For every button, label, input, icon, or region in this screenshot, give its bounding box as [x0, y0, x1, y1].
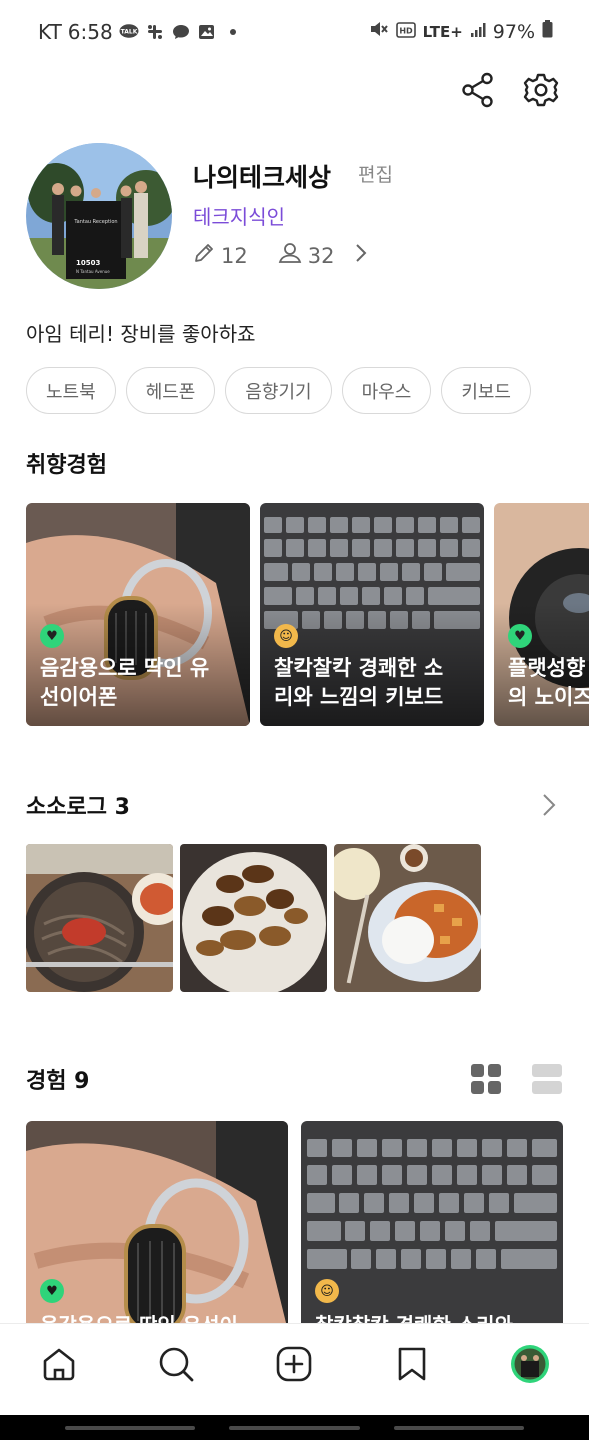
earphone-photo-large — [26, 1121, 288, 1331]
sosolog-photo[interactable] — [26, 844, 173, 992]
network-label: LTE+ — [422, 22, 463, 41]
posts-stat[interactable]: 12 — [193, 242, 248, 269]
mapo-tofu-photo-icon — [334, 844, 481, 992]
status-left: KT 6:58 TALK — [38, 20, 243, 44]
bottom-navigation — [0, 1323, 589, 1415]
hd-icon: HD — [395, 21, 416, 43]
grid-icon — [470, 1064, 502, 1099]
tag-chip[interactable]: 키보드 — [441, 367, 531, 414]
sosolog-section-title: 소소로그 3 — [26, 795, 130, 820]
nav-create[interactable] — [274, 1346, 314, 1386]
love-emoji-icon: ♥ — [40, 624, 64, 648]
share-button[interactable] — [458, 72, 498, 112]
status-bar: KT 6:58 TALK HD LTE+ 97% — [0, 0, 589, 64]
share-icon — [461, 72, 495, 112]
svg-text:HD: HD — [399, 26, 413, 35]
smile-emoji-icon: ☺ — [274, 624, 298, 648]
chevron-right-icon[interactable] — [354, 242, 368, 269]
taste-card[interactable]: ♥ 플랫성향 의 노이즈 — [494, 503, 589, 726]
tag-chip[interactable]: 마우스 — [341, 367, 432, 414]
grid-view-toggle[interactable] — [470, 1063, 502, 1099]
sign-text-3: N Tantau Avenue — [76, 269, 110, 274]
kakaotalk-label: TALK — [120, 29, 137, 36]
followers-count: 32 — [307, 243, 335, 268]
tag-chips: 노트북 헤드폰 음향기기 마우스 키보드 — [26, 367, 531, 414]
taste-card[interactable]: ☺ 찰칵찰칵 경쾌한 소 리와 느낌의 키보드 — [260, 503, 484, 726]
profile-avatar[interactable]: Tantau Reception 10503 N Tantau Avenue — [26, 143, 172, 289]
clock: 6:58 — [67, 20, 113, 44]
sign-text-2: 10503 — [76, 259, 100, 267]
keyboard-photo-large — [301, 1121, 563, 1331]
battery-percent: 97% — [492, 20, 535, 43]
system-nav-back[interactable] — [394, 1426, 524, 1430]
chat-icon — [171, 23, 191, 41]
taste-card[interactable]: ♥ 음감용으로 딱인 유 선이어폰 — [26, 503, 250, 726]
settings-button[interactable] — [521, 72, 561, 112]
profile-name: 나의테크세상 — [193, 163, 332, 192]
pencil-icon — [193, 242, 215, 269]
profile-level-badge[interactable]: 테크지식인 — [193, 201, 285, 230]
sosolog-photo[interactable] — [334, 844, 481, 992]
experience-card[interactable]: ♥ 음감용으로 딱인 유선이 — [26, 1121, 288, 1331]
profile-bio: 아임 테리! 장비를 좋아하죠 — [26, 322, 256, 346]
system-navigation-bar — [0, 1415, 589, 1440]
experience-card[interactable]: ☺ 찰칵찰칵 경쾌한 소리와 — [301, 1121, 563, 1331]
system-nav-home[interactable] — [229, 1426, 360, 1430]
tag-chip[interactable]: 노트북 — [26, 367, 116, 414]
search-icon — [157, 1345, 195, 1387]
list-view-toggle[interactable] — [531, 1063, 563, 1099]
edit-profile-link[interactable]: 편집 — [358, 160, 393, 187]
nav-home[interactable] — [39, 1346, 79, 1386]
nav-profile[interactable] — [510, 1344, 550, 1388]
smile-emoji-icon: ☺ — [315, 1279, 339, 1303]
tag-chip[interactable]: 헤드폰 — [125, 367, 216, 414]
taste-card-caption: 찰칵찰칵 경쾌한 소 리와 느낌의 키보드 — [274, 656, 444, 709]
followers-stat[interactable]: 32 — [278, 242, 335, 269]
avatar-photo: Tantau Reception 10503 N Tantau Avenue — [26, 143, 172, 289]
signal-icon — [470, 21, 486, 43]
nav-bookmarks[interactable] — [392, 1346, 432, 1386]
status-right: HD LTE+ 97% — [369, 20, 553, 43]
profile-avatar-icon — [510, 1344, 550, 1388]
dot-icon — [223, 23, 243, 41]
taste-card-caption: 플랫성향 의 노이즈 — [508, 656, 589, 709]
taste-section-title: 취향경험 — [26, 453, 107, 478]
plus-square-icon — [276, 1346, 312, 1386]
tag-chip[interactable]: 음향기기 — [225, 367, 332, 414]
experience-section-title: 경험 9 — [26, 1069, 90, 1094]
chicken-photo-icon — [180, 844, 327, 992]
noodle-photo-icon — [26, 844, 173, 992]
system-nav-recent[interactable] — [65, 1426, 195, 1430]
gear-icon — [523, 72, 559, 112]
list-icon — [531, 1064, 563, 1099]
love-emoji-icon: ♥ — [40, 1279, 64, 1303]
sosolog-more-chevron-icon[interactable] — [540, 792, 558, 822]
battery-icon — [542, 20, 553, 43]
mute-icon — [369, 20, 389, 43]
slack-icon — [145, 23, 165, 41]
sign-text-1: Tantau Reception — [73, 219, 117, 225]
sosolog-photo[interactable] — [180, 844, 327, 992]
nav-search[interactable] — [156, 1346, 196, 1386]
profile-stats: 12 32 — [193, 242, 368, 269]
taste-card-caption: 음감용으로 딱인 유 선이어폰 — [40, 656, 210, 709]
carrier-label: KT — [38, 20, 62, 44]
kakaotalk-icon: TALK — [119, 23, 139, 41]
home-icon — [41, 1346, 77, 1386]
posts-count: 12 — [221, 243, 248, 268]
image-icon — [197, 23, 217, 41]
person-icon — [278, 242, 302, 269]
bookmark-icon — [396, 1346, 428, 1386]
love-emoji-icon: ♥ — [508, 624, 532, 648]
